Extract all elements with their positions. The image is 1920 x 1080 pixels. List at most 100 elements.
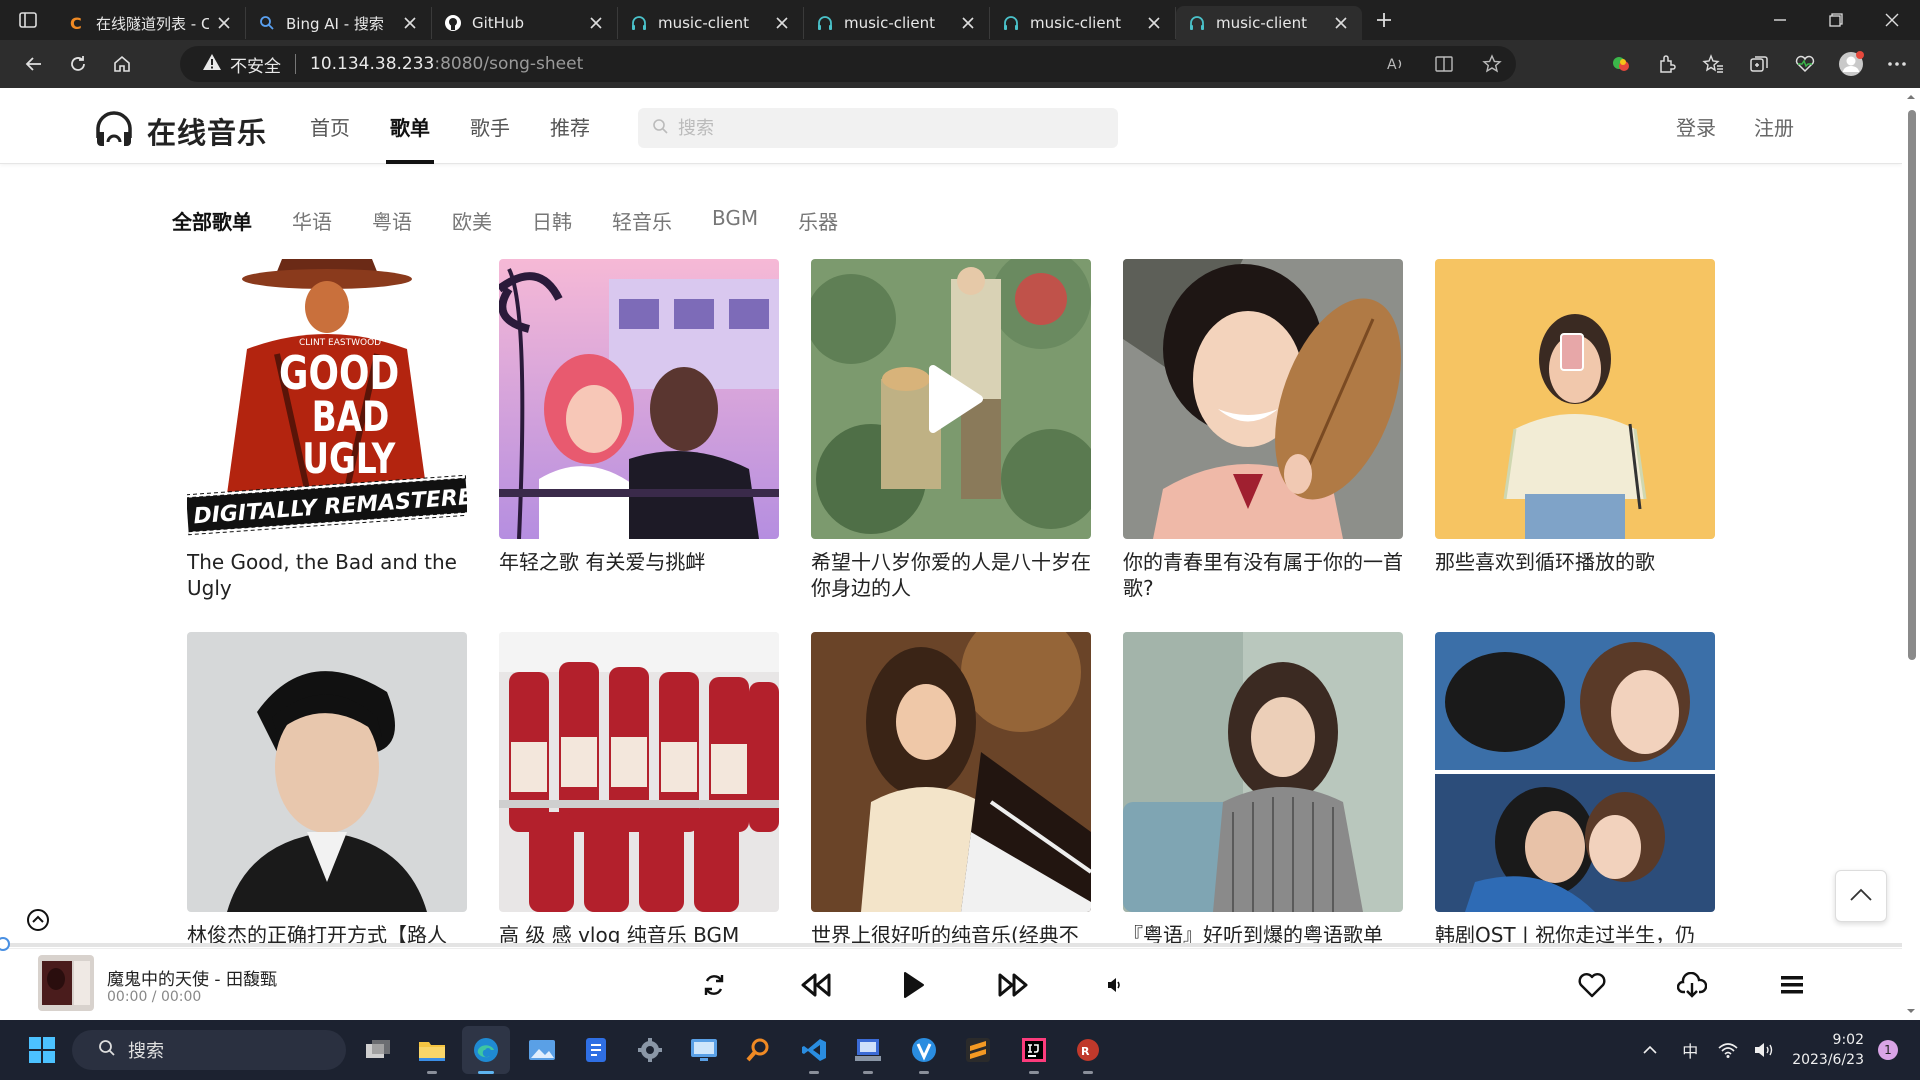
playlist-card[interactable]: 那些喜欢到循环播放的歌 xyxy=(1435,259,1715,601)
remote-manager-icon[interactable] xyxy=(844,1026,892,1074)
playlist-menu-icon[interactable] xyxy=(1770,949,1814,1020)
extensions-icon[interactable] xyxy=(1644,44,1690,84)
category-bgm[interactable]: BGM xyxy=(712,206,758,235)
favorite-heart-icon[interactable] xyxy=(1570,949,1614,1020)
category-cantonese[interactable]: 粤语 xyxy=(372,206,412,235)
previous-track-icon[interactable] xyxy=(794,949,838,1020)
playlist-title[interactable]: 那些喜欢到循环播放的歌 xyxy=(1435,549,1715,601)
back-icon[interactable] xyxy=(12,44,56,84)
url-text[interactable]: 10.134.38.233:8080/song-sheet xyxy=(310,54,583,74)
register-link[interactable]: 注册 xyxy=(1754,112,1794,141)
favorites-icon[interactable] xyxy=(1690,44,1736,84)
tab-actions-button[interactable] xyxy=(0,0,56,40)
playlist-cover[interactable] xyxy=(1435,259,1715,539)
browser-tab-music-client-1[interactable]: music-client xyxy=(618,7,804,39)
close-tab-icon[interactable] xyxy=(773,14,791,32)
close-tab-icon[interactable] xyxy=(1145,14,1163,32)
playlist-card[interactable]: CLINT EASTWOOD GOOD BAD UGLY DIGITALLY R… xyxy=(187,259,467,601)
category-jpkr[interactable]: 日韩 xyxy=(532,206,572,235)
play-pause-icon[interactable] xyxy=(891,949,935,1020)
playlist-cover[interactable] xyxy=(1123,259,1403,539)
progress-handle[interactable] xyxy=(0,937,10,951)
settings-gear-icon[interactable] xyxy=(626,1026,674,1074)
browser-tab-bing[interactable]: Bing AI - 搜索 xyxy=(246,7,432,39)
notification-badge[interactable]: 1 xyxy=(1878,1040,1898,1060)
more-menu-icon[interactable] xyxy=(1874,44,1920,84)
minimize-icon[interactable] xyxy=(1752,0,1808,40)
playlist-cover[interactable] xyxy=(499,259,779,539)
playlist-cover[interactable] xyxy=(1123,632,1403,912)
search-box[interactable] xyxy=(638,108,1118,148)
playlist-cover[interactable] xyxy=(499,632,779,912)
sublime-text-icon[interactable] xyxy=(954,1026,1002,1074)
remote-desktop-icon[interactable] xyxy=(680,1026,728,1074)
notes-app-icon[interactable] xyxy=(572,1026,620,1074)
edge-browser-icon[interactable] xyxy=(462,1026,510,1074)
taskbar-search[interactable]: 搜索 xyxy=(72,1030,346,1070)
loop-mode-icon[interactable] xyxy=(692,949,736,1020)
playlist-title[interactable]: The Good, the Bad and the Ugly xyxy=(187,549,467,601)
playlist-cover[interactable] xyxy=(811,632,1091,912)
browser-tab-music-client-2[interactable]: music-client xyxy=(804,7,990,39)
progress-track[interactable] xyxy=(0,943,1902,947)
browser-tab-music-client-active[interactable]: music-client xyxy=(1176,6,1362,40)
playlist-cover[interactable] xyxy=(187,632,467,912)
read-aloud-icon[interactable]: A xyxy=(1372,46,1420,82)
nav-singer[interactable]: 歌手 xyxy=(470,88,510,164)
nav-recommend[interactable]: 推荐 xyxy=(550,88,590,164)
playlist-title[interactable]: 你的青春里有没有属于你的一首歌? xyxy=(1123,549,1403,601)
favorite-star-icon[interactable] xyxy=(1468,46,1516,82)
category-chinese[interactable]: 华语 xyxy=(292,206,332,235)
playlist-title[interactable]: 希望十八岁你爱的人是八十岁在你身边的人 xyxy=(811,549,1091,601)
extension-wechat-icon[interactable] xyxy=(1598,44,1644,84)
vscode-icon[interactable] xyxy=(790,1026,838,1074)
browser-tab-github[interactable]: GitHub xyxy=(432,7,618,39)
photos-icon[interactable] xyxy=(518,1026,566,1074)
nav-home[interactable]: 首页 xyxy=(310,88,350,164)
next-track-icon[interactable] xyxy=(991,949,1035,1020)
file-explorer-icon[interactable] xyxy=(408,1026,456,1074)
everything-search-icon[interactable] xyxy=(734,1026,782,1074)
close-tab-icon[interactable] xyxy=(959,14,977,32)
back-to-top-button[interactable] xyxy=(1835,870,1887,922)
category-light-music[interactable]: 轻音乐 xyxy=(612,206,672,235)
start-windows-icon[interactable] xyxy=(18,1026,66,1074)
site-logo[interactable]: 在线音乐 xyxy=(93,108,267,154)
playlist-cover[interactable]: CLINT EASTWOOD GOOD BAD UGLY DIGITALLY R… xyxy=(187,259,467,539)
playlist-card[interactable]: 韩剧OST | 祝你走过半生，仍有 xyxy=(1435,632,1715,974)
vscode-alt-icon[interactable] xyxy=(900,1026,948,1074)
redis-manager-icon[interactable]: R xyxy=(1064,1026,1112,1074)
taskbar-clock[interactable]: 9:02 2023/6/23 xyxy=(1792,1030,1864,1070)
immersive-reader-icon[interactable] xyxy=(1420,46,1468,82)
search-input[interactable] xyxy=(678,117,1078,139)
tray-overflow-chevron-icon[interactable] xyxy=(1630,1045,1670,1055)
nav-song-sheet[interactable]: 歌单 xyxy=(386,88,434,164)
security-label[interactable]: 不安全 xyxy=(230,52,281,77)
playlist-cover[interactable] xyxy=(1435,632,1715,912)
playlist-card[interactable]: 希望十八岁你爱的人是八十岁在你身边的人 xyxy=(811,259,1091,601)
home-icon[interactable] xyxy=(100,44,144,84)
playlist-cover[interactable] xyxy=(811,259,1091,539)
close-tab-icon[interactable] xyxy=(1332,14,1350,32)
volume-icon[interactable] xyxy=(1100,949,1130,1020)
playlist-card[interactable]: 『粤语』好听到爆的粤语歌单 xyxy=(1123,632,1403,974)
scrollbar-thumb[interactable] xyxy=(1908,110,1916,660)
task-view-icon[interactable] xyxy=(354,1026,402,1074)
song-cover[interactable] xyxy=(38,955,94,1011)
ime-indicator[interactable]: 中 xyxy=(1670,1038,1710,1062)
intellij-idea-icon[interactable] xyxy=(1010,1026,1058,1074)
browser-tab-music-client-3[interactable]: music-client xyxy=(990,7,1176,39)
play-overlay[interactable] xyxy=(811,259,1091,539)
browser-tab-cpolar[interactable]: C 在线隧道列表 - Cpolar xyxy=(56,7,246,39)
playlist-card[interactable]: 高 级 感 vlog 纯音乐 BGM xyxy=(499,632,779,974)
warning-icon[interactable] xyxy=(202,53,222,75)
speaker-icon[interactable] xyxy=(1746,1042,1782,1058)
wifi-icon[interactable] xyxy=(1710,1042,1746,1058)
category-all[interactable]: 全部歌单 xyxy=(172,206,252,235)
new-tab-button[interactable] xyxy=(1362,0,1406,40)
browser-essentials-icon[interactable] xyxy=(1782,44,1828,84)
restore-icon[interactable] xyxy=(1808,0,1864,40)
category-instrument[interactable]: 乐器 xyxy=(798,206,838,235)
page-scrollbar[interactable] xyxy=(1902,88,1920,1020)
close-tab-icon[interactable] xyxy=(401,14,419,32)
